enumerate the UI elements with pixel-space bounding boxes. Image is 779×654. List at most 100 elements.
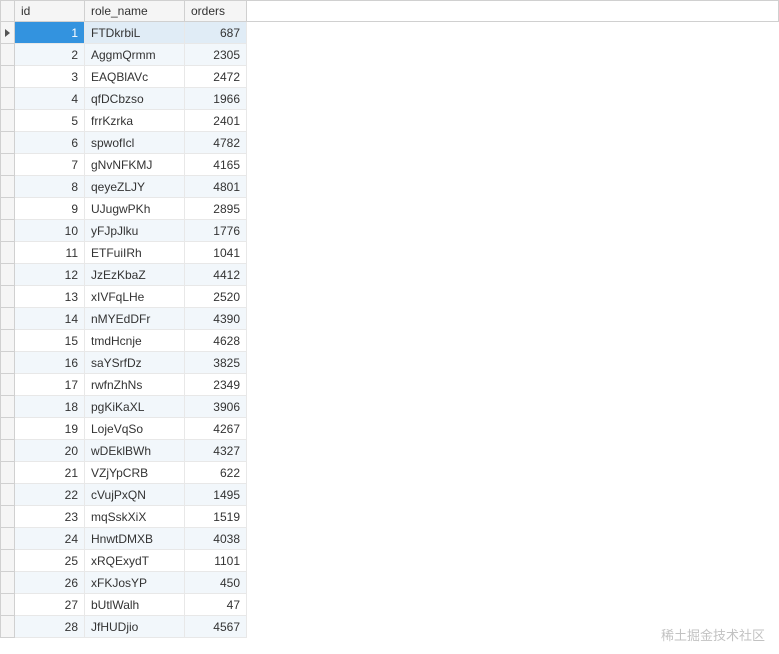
table-row[interactable]: 24HnwtDMXB4038: [1, 528, 779, 550]
row-indicator[interactable]: [1, 330, 15, 352]
row-indicator[interactable]: [1, 506, 15, 528]
table-row[interactable]: 26xFKJosYP450: [1, 572, 779, 594]
cell-orders[interactable]: 2349: [185, 374, 247, 396]
cell-id[interactable]: 13: [15, 286, 85, 308]
cell-orders[interactable]: 622: [185, 462, 247, 484]
table-row[interactable]: 22cVujPxQN1495: [1, 484, 779, 506]
cell-id[interactable]: 24: [15, 528, 85, 550]
row-indicator[interactable]: [1, 484, 15, 506]
cell-id[interactable]: 12: [15, 264, 85, 286]
column-header-rolename[interactable]: role_name: [85, 1, 185, 22]
data-grid[interactable]: id role_name orders 1FTDkrbiL6872AggmQrm…: [0, 0, 779, 638]
cell-rolename[interactable]: bUtlWalh: [85, 594, 185, 616]
row-indicator[interactable]: [1, 198, 15, 220]
row-indicator[interactable]: [1, 110, 15, 132]
table-row[interactable]: 7gNvNFKMJ4165: [1, 154, 779, 176]
row-indicator[interactable]: [1, 418, 15, 440]
row-indicator[interactable]: [1, 66, 15, 88]
table-row[interactable]: 9UJugwPKh2895: [1, 198, 779, 220]
cell-orders[interactable]: 2472: [185, 66, 247, 88]
row-indicator[interactable]: [1, 264, 15, 286]
cell-id[interactable]: 7: [15, 154, 85, 176]
row-indicator[interactable]: [1, 594, 15, 616]
cell-rolename[interactable]: xIVFqLHe: [85, 286, 185, 308]
cell-orders[interactable]: 47: [185, 594, 247, 616]
cell-id[interactable]: 23: [15, 506, 85, 528]
cell-orders[interactable]: 3906: [185, 396, 247, 418]
cell-id[interactable]: 3: [15, 66, 85, 88]
table-row[interactable]: 23mqSskXiX1519: [1, 506, 779, 528]
cell-orders[interactable]: 4267: [185, 418, 247, 440]
cell-rolename[interactable]: xFKJosYP: [85, 572, 185, 594]
cell-orders[interactable]: 687: [185, 22, 247, 44]
cell-orders[interactable]: 1519: [185, 506, 247, 528]
cell-id[interactable]: 20: [15, 440, 85, 462]
table-row[interactable]: 10yFJpJlku1776: [1, 220, 779, 242]
row-indicator[interactable]: [1, 308, 15, 330]
row-indicator[interactable]: [1, 286, 15, 308]
row-indicator[interactable]: [1, 132, 15, 154]
column-header-orders[interactable]: orders: [185, 1, 247, 22]
cell-id[interactable]: 22: [15, 484, 85, 506]
cell-rolename[interactable]: rwfnZhNs: [85, 374, 185, 396]
cell-id[interactable]: 10: [15, 220, 85, 242]
cell-id[interactable]: 26: [15, 572, 85, 594]
table-row[interactable]: 14nMYEdDFr4390: [1, 308, 779, 330]
cell-rolename[interactable]: saYSrfDz: [85, 352, 185, 374]
cell-id[interactable]: 17: [15, 374, 85, 396]
table-row[interactable]: 20wDEklBWh4327: [1, 440, 779, 462]
cell-orders[interactable]: 1101: [185, 550, 247, 572]
table-row[interactable]: 13xIVFqLHe2520: [1, 286, 779, 308]
table-row[interactable]: 28JfHUDjio4567: [1, 616, 779, 638]
table-row[interactable]: 21VZjYpCRB622: [1, 462, 779, 484]
cell-rolename[interactable]: FTDkrbiL: [85, 22, 185, 44]
row-indicator[interactable]: [1, 220, 15, 242]
cell-orders[interactable]: 4412: [185, 264, 247, 286]
cell-rolename[interactable]: spwofIcl: [85, 132, 185, 154]
row-indicator[interactable]: [1, 528, 15, 550]
cell-id[interactable]: 8: [15, 176, 85, 198]
cell-orders[interactable]: 450: [185, 572, 247, 594]
cell-orders[interactable]: 4165: [185, 154, 247, 176]
cell-orders[interactable]: 3825: [185, 352, 247, 374]
cell-orders[interactable]: 1966: [185, 88, 247, 110]
cell-id[interactable]: 2: [15, 44, 85, 66]
row-indicator[interactable]: [1, 616, 15, 638]
table-row[interactable]: 3EAQBlAVc2472: [1, 66, 779, 88]
row-indicator[interactable]: [1, 44, 15, 66]
row-indicator[interactable]: [1, 352, 15, 374]
cell-rolename[interactable]: UJugwPKh: [85, 198, 185, 220]
cell-rolename[interactable]: qeyeZLJY: [85, 176, 185, 198]
row-indicator[interactable]: [1, 462, 15, 484]
cell-rolename[interactable]: tmdHcnje: [85, 330, 185, 352]
cell-id[interactable]: 11: [15, 242, 85, 264]
column-header-id[interactable]: id: [15, 1, 85, 22]
cell-rolename[interactable]: cVujPxQN: [85, 484, 185, 506]
cell-id[interactable]: 14: [15, 308, 85, 330]
table-row[interactable]: 12JzEzKbaZ4412: [1, 264, 779, 286]
row-indicator[interactable]: [1, 22, 15, 44]
cell-rolename[interactable]: JzEzKbaZ: [85, 264, 185, 286]
table-row[interactable]: 1FTDkrbiL687: [1, 22, 779, 44]
cell-orders[interactable]: 4782: [185, 132, 247, 154]
row-indicator[interactable]: [1, 176, 15, 198]
cell-rolename[interactable]: yFJpJlku: [85, 220, 185, 242]
cell-orders[interactable]: 1495: [185, 484, 247, 506]
cell-rolename[interactable]: LojeVqSo: [85, 418, 185, 440]
cell-orders[interactable]: 1776: [185, 220, 247, 242]
cell-orders[interactable]: 2895: [185, 198, 247, 220]
cell-id[interactable]: 5: [15, 110, 85, 132]
cell-rolename[interactable]: frrKzrka: [85, 110, 185, 132]
cell-orders[interactable]: 4038: [185, 528, 247, 550]
table-row[interactable]: 18pgKiKaXL3906: [1, 396, 779, 418]
cell-rolename[interactable]: wDEklBWh: [85, 440, 185, 462]
cell-orders[interactable]: 2520: [185, 286, 247, 308]
cell-orders[interactable]: 4390: [185, 308, 247, 330]
table-row[interactable]: 27bUtlWalh47: [1, 594, 779, 616]
cell-rolename[interactable]: EAQBlAVc: [85, 66, 185, 88]
table-row[interactable]: 15tmdHcnje4628: [1, 330, 779, 352]
cell-rolename[interactable]: mqSskXiX: [85, 506, 185, 528]
cell-rolename[interactable]: xRQExydT: [85, 550, 185, 572]
row-indicator[interactable]: [1, 572, 15, 594]
table-row[interactable]: 16saYSrfDz3825: [1, 352, 779, 374]
